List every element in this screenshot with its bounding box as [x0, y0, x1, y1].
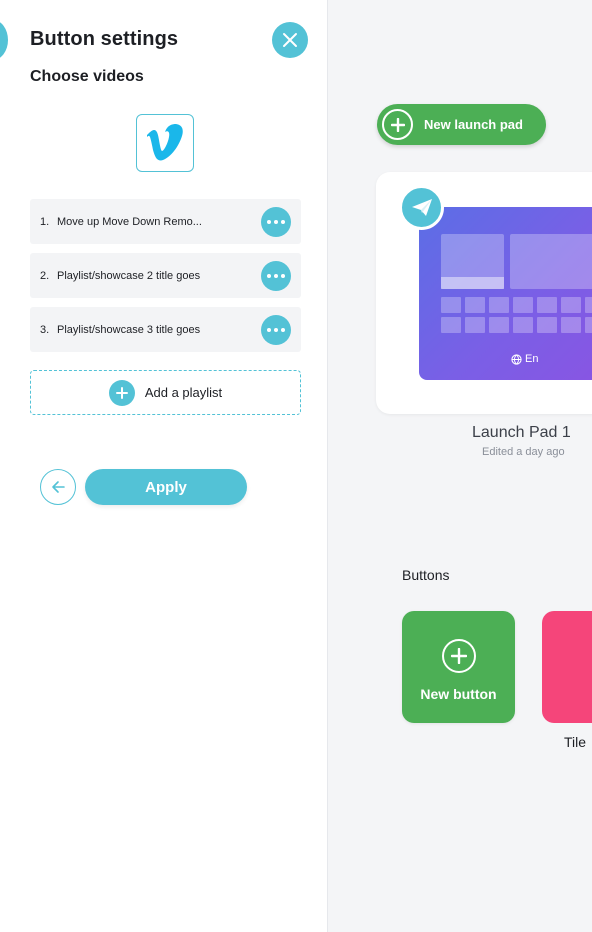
close-button[interactable]: [272, 22, 308, 58]
new-button-tile[interactable]: New button: [402, 611, 515, 723]
preview-block-footer: [441, 277, 504, 289]
add-playlist-button[interactable]: Add a playlist: [30, 370, 301, 415]
add-playlist-label: Add a playlist: [144, 385, 223, 400]
preview-tile-grid: [441, 297, 592, 333]
playlist-number: 1.: [40, 215, 50, 228]
new-button-label: New button: [420, 686, 497, 702]
launch-pad-name: Launch Pad 1: [472, 424, 571, 441]
playlist-number: 2.: [40, 269, 50, 282]
more-dot-icon: [274, 220, 278, 224]
playlist-item[interactable]: 2. Playlist/showcase 2 title goes: [30, 253, 301, 298]
playlist-item[interactable]: 1. Move up Move Down Remo...: [30, 199, 301, 244]
more-dot-icon: [281, 220, 285, 224]
more-dot-icon: [267, 220, 271, 224]
new-launch-pad-button[interactable]: New launch pad: [377, 104, 546, 145]
more-dot-icon: [274, 274, 278, 278]
close-icon: [283, 33, 297, 47]
playlist-item[interactable]: 3. Playlist/showcase 3 title goes: [30, 307, 301, 352]
more-dot-icon: [281, 328, 285, 332]
more-dot-icon: [274, 328, 278, 332]
launch-pad-edited: Edited a day ago: [482, 446, 565, 458]
collapsed-panel-edge: [0, 20, 8, 60]
preview-block: [510, 234, 592, 289]
language-label: En: [525, 353, 539, 365]
back-button[interactable]: [40, 469, 76, 505]
launch-pad-card[interactable]: En: [376, 172, 592, 414]
panel-title: Button settings: [30, 28, 179, 50]
more-dot-icon: [267, 274, 271, 278]
plus-icon: [382, 109, 413, 140]
more-dot-icon: [267, 328, 271, 332]
button-settings-panel: Button settings Choose videos 1. Move up…: [0, 0, 328, 932]
more-dot-icon: [281, 274, 285, 278]
plus-icon: [108, 379, 135, 406]
paper-plane-icon: [411, 198, 432, 216]
new-launch-pad-label: New launch pad: [424, 117, 523, 132]
paper-plane-badge: [399, 185, 444, 230]
globe-icon: [511, 353, 522, 365]
section-subtitle: Choose videos: [30, 68, 144, 85]
vimeo-provider-button[interactable]: [136, 114, 194, 172]
playlist-more-button[interactable]: [261, 261, 291, 291]
playlist-more-button[interactable]: [261, 315, 291, 345]
language-indicator: En: [511, 353, 538, 365]
playlist-more-button[interactable]: [261, 207, 291, 237]
tile-label: Tile: [564, 734, 587, 750]
plus-icon: [442, 639, 476, 673]
buttons-section-label: Buttons: [402, 567, 450, 583]
vimeo-icon: [147, 124, 183, 161]
launch-pad-preview: En: [419, 207, 592, 380]
tile-card[interactable]: [542, 611, 592, 723]
arrow-left-icon: [52, 481, 65, 493]
playlist-number: 3.: [40, 323, 50, 336]
apply-button[interactable]: Apply: [85, 469, 247, 505]
